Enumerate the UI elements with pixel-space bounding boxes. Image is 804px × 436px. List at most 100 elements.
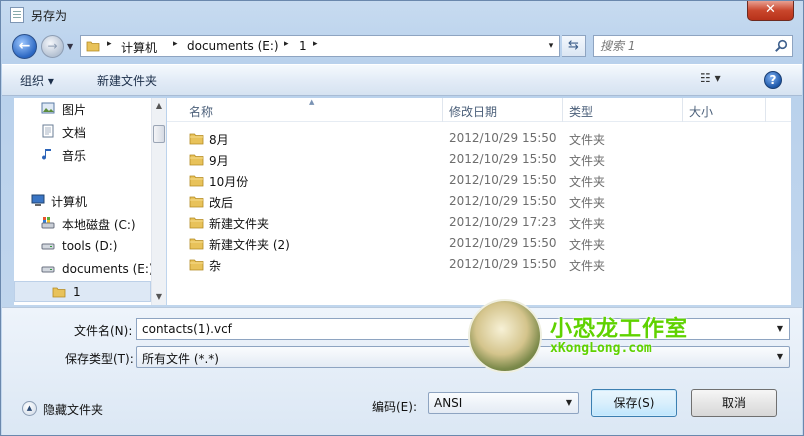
folder-icon bbox=[86, 41, 100, 52]
address-row: ← → ▼ ▸ 计算机 ▸ documents (E:) ▸ 1 ▸ ▾ ⇆ bbox=[1, 31, 803, 61]
column-divider[interactable] bbox=[442, 98, 443, 122]
file-type: 文件夹 bbox=[569, 238, 606, 252]
breadcrumb-separator[interactable]: ▸ bbox=[313, 39, 318, 49]
drive-icon bbox=[41, 243, 55, 250]
table-row[interactable]: 新建文件夹 (2) 2012/10/29 15:50 文件夹 bbox=[167, 233, 791, 254]
nav-item-pictures[interactable]: 图片 bbox=[14, 98, 151, 119]
watermark-title: 小恐龙工作室 bbox=[550, 317, 689, 342]
encoding-select[interactable]: ANSI ▼ bbox=[428, 392, 579, 414]
file-name: 8月 bbox=[209, 133, 229, 147]
search-icon[interactable] bbox=[774, 39, 788, 53]
organize-button[interactable]: 组织 ▾ bbox=[20, 72, 54, 90]
column-type[interactable]: 类型 bbox=[569, 103, 593, 120]
folder-icon bbox=[189, 238, 204, 250]
file-type: 文件夹 bbox=[569, 175, 606, 189]
file-type: 文件夹 bbox=[569, 133, 606, 147]
window-title: 另存为 bbox=[31, 9, 68, 23]
title-bar[interactable]: 另存为 ✕ bbox=[1, 1, 803, 31]
column-name[interactable]: 名称 bbox=[189, 103, 213, 120]
file-modified-date: 2012/10/29 15:50 bbox=[449, 257, 557, 271]
search-box[interactable] bbox=[593, 35, 793, 57]
column-divider[interactable] bbox=[765, 98, 766, 122]
close-button[interactable]: ✕ bbox=[747, 1, 794, 21]
command-toolbar: 组织 ▾ 新建文件夹 ☷ ▾ ? bbox=[2, 64, 802, 96]
nav-item-music[interactable]: 音乐 bbox=[14, 144, 151, 165]
save-button[interactable]: 保存(S) bbox=[591, 389, 677, 417]
scroll-up-icon[interactable]: ▲ bbox=[152, 98, 166, 113]
folder-icon bbox=[189, 133, 204, 145]
nav-item-documents[interactable]: 文档 bbox=[14, 121, 151, 142]
folder-icon bbox=[189, 259, 204, 271]
folder-icon bbox=[52, 287, 66, 298]
address-dropdown-icon[interactable]: ▾ bbox=[544, 38, 558, 54]
table-row[interactable]: 杂 2012/10/29 15:50 文件夹 bbox=[167, 254, 791, 275]
folder-icon bbox=[189, 154, 204, 166]
encoding-dropdown-icon[interactable]: ▼ bbox=[562, 396, 576, 410]
nav-scrollbar[interactable]: ▲ ▼ bbox=[151, 98, 166, 305]
file-name: 9月 bbox=[209, 154, 229, 168]
drive-icon bbox=[41, 266, 55, 273]
back-arrow-icon: ← bbox=[18, 38, 31, 54]
filetype-dropdown-icon[interactable]: ▼ bbox=[773, 350, 787, 364]
file-type: 文件夹 bbox=[569, 154, 606, 168]
file-type: 文件夹 bbox=[569, 259, 606, 273]
table-row[interactable]: 改后 2012/10/29 15:50 文件夹 bbox=[167, 191, 791, 212]
nav-item-folder-1[interactable]: 1 bbox=[14, 281, 151, 302]
file-name: 新建文件夹 bbox=[209, 217, 270, 231]
music-icon bbox=[42, 149, 51, 160]
breadcrumb-documents[interactable]: documents (E:) bbox=[187, 39, 279, 53]
file-name: 杂 bbox=[209, 259, 222, 273]
cancel-button[interactable]: 取消 bbox=[691, 389, 777, 417]
column-modified-date[interactable]: 修改日期 bbox=[449, 103, 497, 120]
filetype-label: 保存类型(T): bbox=[65, 352, 134, 366]
breadcrumb-computer[interactable]: 计算机 bbox=[121, 39, 157, 56]
watermark-url: xKongLong.com bbox=[550, 341, 652, 356]
scrollbar-thumb[interactable] bbox=[153, 125, 165, 143]
file-name: 改后 bbox=[209, 196, 234, 210]
nav-item-tools-d[interactable]: tools (D:) bbox=[14, 236, 151, 257]
file-name: 新建文件夹 (2) bbox=[209, 238, 290, 252]
breadcrumb-separator[interactable]: ▸ bbox=[284, 39, 289, 49]
filename-dropdown-icon[interactable]: ▼ bbox=[773, 322, 787, 336]
file-modified-date: 2012/10/29 15:50 bbox=[449, 173, 557, 187]
column-divider[interactable] bbox=[682, 98, 683, 122]
file-modified-date: 2012/10/29 15:50 bbox=[449, 152, 557, 166]
table-row[interactable]: 10月份 2012/10/29 15:50 文件夹 bbox=[167, 170, 791, 191]
save-as-dialog: 另存为 ✕ ← → ▼ ▸ 计算机 ▸ documents (E:) ▸ 1 ▸… bbox=[0, 0, 804, 436]
address-bar[interactable]: ▸ 计算机 ▸ documents (E:) ▸ 1 ▸ ▾ bbox=[80, 35, 560, 57]
folder-icon bbox=[189, 217, 204, 229]
search-input[interactable] bbox=[600, 38, 770, 54]
table-row[interactable]: 9月 2012/10/29 15:50 文件夹 bbox=[167, 149, 791, 170]
refresh-button[interactable]: ⇆ bbox=[562, 35, 586, 57]
refresh-icon: ⇆ bbox=[568, 38, 579, 53]
column-size[interactable]: 大小 bbox=[689, 103, 713, 120]
table-row[interactable]: 新建文件夹 2012/10/29 17:23 文件夹 bbox=[167, 212, 791, 233]
forward-arrow-icon: → bbox=[47, 39, 58, 53]
view-options-button[interactable]: ☷ ▾ bbox=[700, 71, 740, 91]
scroll-down-icon[interactable]: ▼ bbox=[152, 289, 166, 304]
column-header: ▲ 名称 修改日期 类型 大小 bbox=[167, 98, 791, 122]
column-divider[interactable] bbox=[562, 98, 563, 122]
nav-item-local-disk-c[interactable]: 本地磁盘 (C:) bbox=[14, 213, 151, 234]
documents-icon bbox=[42, 124, 54, 138]
help-icon[interactable]: ? bbox=[764, 71, 782, 89]
system-drive-icon bbox=[41, 217, 55, 229]
navigation-pane: 图片 文档 音乐 计算机 本地磁盘 (C:) tools (D:) docume… bbox=[14, 98, 166, 305]
back-button[interactable]: ← bbox=[12, 34, 37, 59]
breadcrumb-folder-1[interactable]: 1 bbox=[299, 39, 307, 53]
nav-item-computer[interactable]: 计算机 bbox=[14, 190, 151, 211]
breadcrumb-separator[interactable]: ▸ bbox=[107, 39, 112, 49]
collapse-up-icon: ▲ bbox=[22, 401, 37, 416]
table-row[interactable]: 8月 2012/10/29 15:50 文件夹 bbox=[167, 128, 791, 149]
history-dropdown-icon[interactable]: ▼ bbox=[67, 42, 77, 52]
file-modified-date: 2012/10/29 15:50 bbox=[449, 194, 557, 208]
computer-icon bbox=[31, 194, 45, 206]
nav-item-documents-e[interactable]: documents (E:) bbox=[14, 259, 154, 280]
forward-button[interactable]: → bbox=[41, 35, 64, 58]
new-folder-button[interactable]: 新建文件夹 bbox=[97, 72, 157, 90]
file-name: 10月份 bbox=[209, 175, 249, 189]
breadcrumb-separator[interactable]: ▸ bbox=[173, 39, 178, 49]
encoding-label: 编码(E): bbox=[372, 400, 417, 414]
document-icon bbox=[10, 7, 24, 23]
dinosaur-logo-icon bbox=[468, 299, 542, 373]
